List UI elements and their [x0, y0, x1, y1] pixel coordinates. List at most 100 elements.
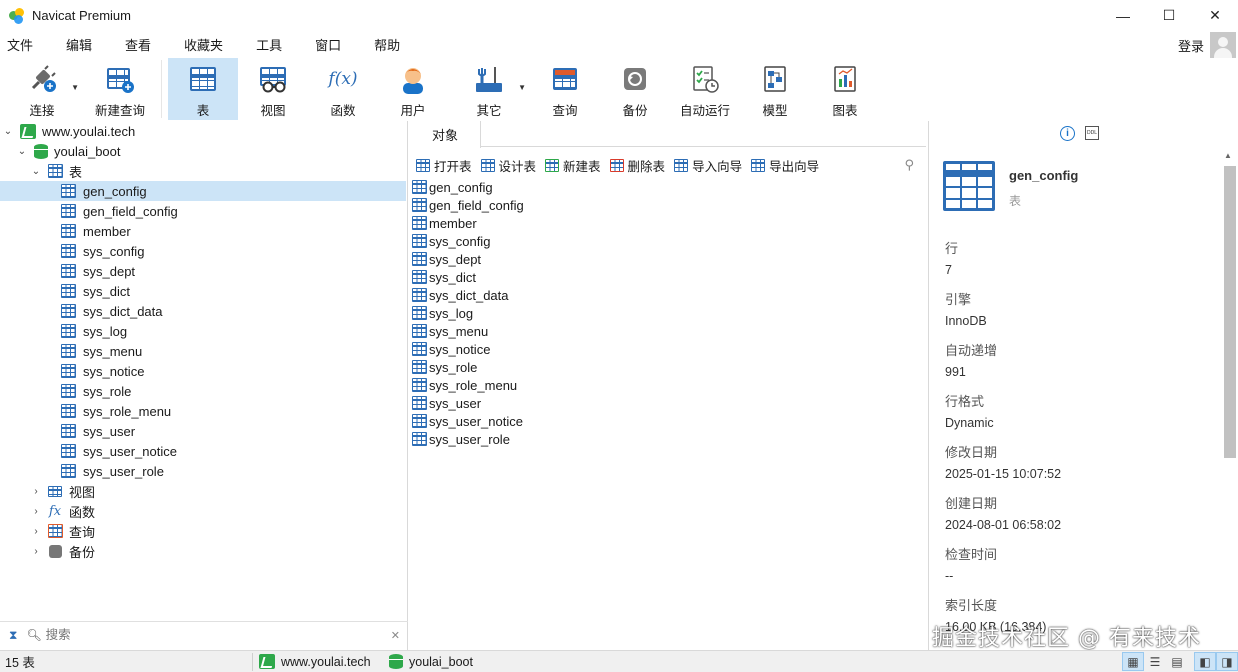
queries-group-label: 查询 [69, 524, 96, 540]
menu-tools[interactable]: 工具 [249, 35, 294, 54]
tree-database[interactable]: ⌄ youlai_boot [0, 141, 406, 161]
table-button[interactable]: 表 [168, 58, 238, 120]
info-tab-icon[interactable]: i [1060, 126, 1075, 141]
new-table-button[interactable]: 新建表 [545, 156, 601, 175]
menu-edit[interactable]: 编辑 [59, 35, 104, 54]
chevron-down-icon[interactable]: ⌄ [2, 126, 14, 137]
chevron-down-icon[interactable]: ⌄ [16, 146, 28, 157]
connect-button[interactable]: 连接 ▼ [7, 58, 79, 120]
object-list-item[interactable]: sys_dict_data [410, 286, 926, 304]
model-button[interactable]: 模型 [740, 58, 810, 120]
ddl-tab-icon[interactable]: DDL [1085, 126, 1099, 140]
tree-connection[interactable]: ⌄ www.youlai.tech [0, 121, 406, 141]
object-list-item[interactable]: sys_user_notice [410, 412, 926, 430]
open-table-button[interactable]: 打开表 [416, 156, 472, 175]
export-wizard-button[interactable]: 导出向导 [751, 156, 819, 175]
tables-group-label: 表 [69, 164, 83, 180]
tree-table-item[interactable]: sys_user_notice [0, 441, 406, 461]
design-table-icon [480, 158, 495, 172]
design-table-button[interactable]: 设计表 [480, 156, 536, 175]
user-button[interactable]: 用户 [378, 58, 448, 120]
tree-table-item[interactable]: sys_role_menu [0, 401, 406, 421]
tree-table-item[interactable]: sys_menu [0, 341, 406, 361]
tree-table-item[interactable]: sys_dict_data [0, 301, 406, 321]
tree-table-item[interactable]: sys_dict [0, 281, 406, 301]
menu-window[interactable]: 窗口 [308, 35, 353, 54]
tree-views-group[interactable]: › 视图 [0, 481, 406, 501]
scrollbar-thumb[interactable] [1224, 166, 1236, 458]
object-list-item[interactable]: sys_menu [410, 322, 926, 340]
tree-table-label: sys_user_notice [83, 443, 177, 459]
nav-search-input[interactable] [45, 628, 376, 642]
tree-table-item[interactable]: gen_config [0, 181, 406, 201]
object-list-item[interactable]: sys_user_role [410, 430, 926, 448]
tree-table-item[interactable]: sys_user_role [0, 461, 406, 481]
object-list-item[interactable]: sys_dict [410, 268, 926, 286]
object-list-item[interactable]: sys_config [410, 232, 926, 250]
menu-file[interactable]: 文件 [0, 35, 45, 54]
function-button[interactable]: f(x) 函数 [308, 58, 378, 120]
chart-button[interactable]: 图表 [810, 58, 880, 120]
table-icon [61, 344, 76, 358]
object-list-item[interactable]: sys_role_menu [410, 376, 926, 394]
tree-table-item[interactable]: sys_role [0, 381, 406, 401]
object-list-item[interactable]: sys_role [410, 358, 926, 376]
object-list-item[interactable]: gen_field_config [410, 196, 926, 214]
filter-icon[interactable]: ⧗ [9, 628, 17, 643]
tree-tables-group[interactable]: ⌄ 表 [0, 161, 406, 181]
connect-dropdown-icon[interactable]: ▼ [71, 83, 79, 92]
chevron-right-icon[interactable]: › [30, 506, 42, 517]
new-query-button[interactable]: 新建查询 [85, 58, 155, 120]
user-avatar-icon[interactable] [1210, 32, 1236, 58]
object-list-item[interactable]: sys_log [410, 304, 926, 322]
chevron-right-icon[interactable]: › [30, 486, 42, 497]
menu-help[interactable]: 帮助 [367, 35, 412, 54]
automation-button[interactable]: 自动运行 [670, 58, 740, 120]
object-list-item[interactable]: sys_notice [410, 340, 926, 358]
chevron-right-icon[interactable]: › [30, 526, 42, 537]
tree-functions-group[interactable]: › fx 函数 [0, 501, 406, 521]
import-wizard-button[interactable]: 导入向导 [674, 156, 742, 175]
object-list-item[interactable]: gen_config [410, 178, 926, 196]
tree-table-item[interactable]: member [0, 221, 406, 241]
tree-queries-group[interactable]: › 查询 [0, 521, 406, 541]
close-button[interactable]: ✕ [1192, 0, 1238, 31]
table-icon [412, 414, 427, 428]
menu-view[interactable]: 查看 [118, 35, 163, 54]
tree-table-item[interactable]: sys_log [0, 321, 406, 341]
chevron-right-icon[interactable]: › [30, 546, 42, 557]
backup-button[interactable]: 备份 [600, 58, 670, 120]
object-list-item[interactable]: sys_dept [410, 250, 926, 268]
object-search-icon[interactable]: ⚲ [904, 157, 914, 173]
login-link[interactable]: 登录 [1178, 36, 1204, 55]
toggle-nav-pane-icon[interactable]: ◧ [1194, 652, 1216, 671]
other-button[interactable]: 其它 ▼ [454, 58, 526, 120]
tree-table-item[interactable]: sys_config [0, 241, 406, 261]
tree-table-item[interactable]: sys_user [0, 421, 406, 441]
chevron-down-icon[interactable]: ⌄ [30, 166, 42, 177]
tree-table-item[interactable]: gen_field_config [0, 201, 406, 221]
grid-view-icon[interactable]: ▦ [1122, 652, 1144, 671]
info-property: 引擎 InnoDB [945, 289, 987, 328]
minimize-button[interactable]: — [1100, 0, 1146, 31]
clear-search-icon[interactable]: ✕ [391, 629, 400, 642]
tree-table-item[interactable]: sys_notice [0, 361, 406, 381]
view-button[interactable]: 视图 [238, 58, 308, 120]
query-button[interactable]: 查询 [530, 58, 600, 120]
list-view-icon[interactable]: ☰ [1144, 652, 1166, 671]
object-list-label: sys_user_role [429, 431, 510, 447]
object-list-item[interactable]: sys_user [410, 394, 926, 412]
menu-favorites[interactable]: 收藏夹 [177, 35, 235, 54]
object-list-item[interactable]: member [410, 214, 926, 232]
tree-table-item[interactable]: sys_dept [0, 261, 406, 281]
tree-backups-group[interactable]: › 备份 [0, 541, 406, 561]
tab-objects[interactable]: 对象 [410, 121, 481, 148]
info-scrollbar[interactable]: ▲ [1221, 148, 1236, 648]
delete-table-button[interactable]: 删除表 [609, 156, 665, 175]
maximize-button[interactable]: ☐ [1146, 0, 1192, 31]
scroll-up-icon[interactable]: ▲ [1224, 151, 1232, 160]
table-icon [61, 184, 76, 198]
other-dropdown-icon[interactable]: ▼ [518, 83, 526, 92]
detail-view-icon[interactable]: ▤ [1166, 652, 1188, 671]
toggle-info-pane-icon[interactable]: ◨ [1216, 652, 1238, 671]
